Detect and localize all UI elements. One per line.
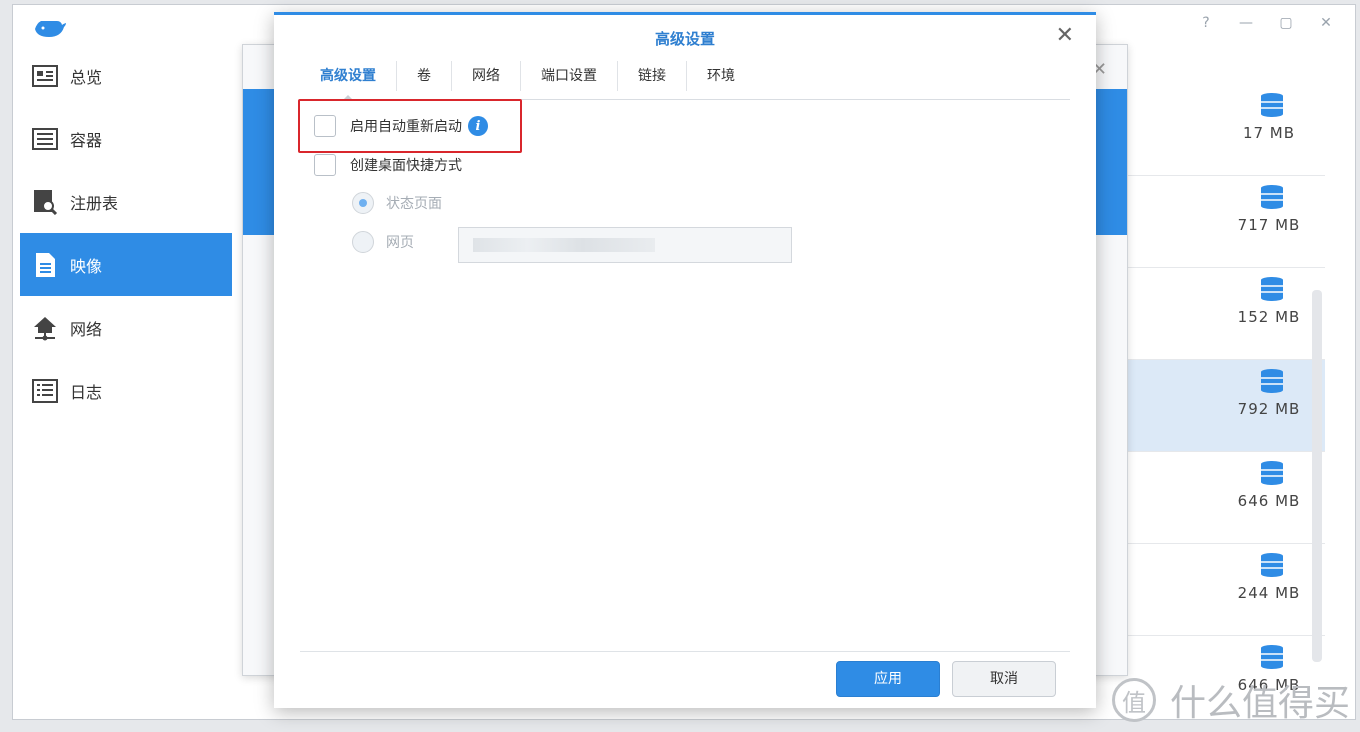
web-page-option: 网页 bbox=[352, 231, 414, 253]
list-item[interactable]: 717 MB bbox=[1113, 176, 1325, 268]
maximize-icon[interactable]: ▢ bbox=[1277, 15, 1295, 31]
database-icon bbox=[1261, 645, 1283, 669]
advanced-settings-dialog: 高级设置 ✕ 高级设置 卷 网络 端口设置 链接 环境 启用自动重新启动 i 创… bbox=[274, 12, 1096, 708]
list-item[interactable]: 152 MB bbox=[1113, 268, 1325, 360]
list-item[interactable]: 646 MB bbox=[1113, 452, 1325, 544]
sidebar-item-label: 注册表 bbox=[70, 193, 119, 213]
sidebar-item-image[interactable]: 映像 bbox=[20, 233, 232, 296]
sidebar-item-container[interactable]: 容器 bbox=[20, 107, 232, 170]
web-page-radio[interactable] bbox=[352, 231, 374, 253]
docker-logo-icon bbox=[35, 21, 66, 37]
tab-links[interactable]: 链接 bbox=[618, 61, 687, 91]
image-size: 717 MB bbox=[1237, 216, 1301, 234]
minimize-icon[interactable]: — bbox=[1237, 15, 1255, 31]
close-window-icon[interactable]: ✕ bbox=[1317, 15, 1335, 31]
image-size: 646 MB bbox=[1237, 492, 1301, 510]
sidebar-item-network[interactable]: 网络 bbox=[20, 296, 232, 359]
sidebar-item-log[interactable]: 日志 bbox=[20, 359, 232, 422]
database-icon bbox=[1261, 461, 1283, 485]
desktop-shortcut-option: 创建桌面快捷方式 bbox=[314, 154, 462, 176]
sidebar-item-label: 总览 bbox=[70, 67, 103, 87]
image-size: 17 MB bbox=[1242, 124, 1296, 142]
apply-button[interactable]: 应用 bbox=[836, 661, 940, 697]
database-icon bbox=[1261, 185, 1283, 209]
image-size: 244 MB bbox=[1237, 584, 1301, 602]
watermark-text: 什么值得买 bbox=[1170, 683, 1351, 724]
window-controls: ? — ▢ ✕ bbox=[1197, 15, 1335, 31]
image-size: 792 MB bbox=[1237, 400, 1301, 418]
image-size-list: 17 MB 717 MB 152 MB 792 MB 646 MB 244 MB… bbox=[1113, 84, 1325, 692]
network-icon bbox=[32, 315, 58, 341]
tab-environment[interactable]: 环境 bbox=[687, 61, 755, 91]
watermark: 值 什么值得买 bbox=[1112, 674, 1350, 726]
blurred-url bbox=[473, 238, 655, 252]
database-icon bbox=[1261, 369, 1283, 393]
status-page-option: 状态页面 bbox=[352, 192, 442, 214]
footer-divider bbox=[300, 651, 1070, 652]
database-icon bbox=[1261, 553, 1283, 577]
list-item[interactable]: 244 MB bbox=[1113, 544, 1325, 636]
image-icon bbox=[32, 252, 58, 278]
settings-tabs: 高级设置 卷 网络 端口设置 链接 环境 bbox=[300, 61, 755, 99]
list-item[interactable]: 17 MB bbox=[1113, 84, 1325, 176]
cancel-button[interactable]: 取消 bbox=[952, 661, 1056, 697]
sidebar-item-label: 网络 bbox=[70, 319, 103, 339]
overview-icon bbox=[32, 63, 58, 89]
status-page-label: 状态页面 bbox=[386, 196, 442, 212]
desktop-shortcut-checkbox[interactable] bbox=[314, 154, 336, 176]
tab-advanced[interactable]: 高级设置 bbox=[300, 61, 397, 99]
registry-icon bbox=[32, 189, 58, 215]
sidebar: 总览 容器 注册表 映像 网络 日志 bbox=[20, 44, 232, 422]
sidebar-item-registry[interactable]: 注册表 bbox=[20, 170, 232, 233]
desktop-shortcut-label: 创建桌面快捷方式 bbox=[350, 158, 462, 174]
sidebar-item-overview[interactable]: 总览 bbox=[20, 44, 232, 107]
tab-volume[interactable]: 卷 bbox=[397, 61, 452, 91]
container-icon bbox=[32, 126, 58, 152]
tab-network[interactable]: 网络 bbox=[452, 61, 521, 91]
log-icon bbox=[32, 378, 58, 404]
highlight-box bbox=[298, 99, 522, 153]
close-icon[interactable]: ✕ bbox=[1056, 25, 1074, 47]
sidebar-item-label: 日志 bbox=[70, 382, 103, 402]
database-icon bbox=[1261, 277, 1283, 301]
dialog-title: 高级设置 bbox=[654, 30, 715, 48]
sidebar-item-label: 容器 bbox=[70, 130, 103, 150]
tab-port-settings[interactable]: 端口设置 bbox=[521, 61, 618, 91]
watermark-logo-icon: 值 bbox=[1112, 678, 1156, 722]
list-scrollbar[interactable] bbox=[1312, 290, 1322, 662]
database-icon bbox=[1261, 93, 1283, 117]
web-page-label: 网页 bbox=[386, 235, 414, 251]
help-icon[interactable]: ? bbox=[1197, 15, 1215, 31]
image-size: 152 MB bbox=[1237, 308, 1301, 326]
url-input[interactable] bbox=[458, 227, 792, 263]
status-page-radio[interactable] bbox=[352, 192, 374, 214]
sidebar-item-label: 映像 bbox=[70, 256, 103, 276]
list-item-selected[interactable]: 792 MB bbox=[1113, 360, 1325, 452]
